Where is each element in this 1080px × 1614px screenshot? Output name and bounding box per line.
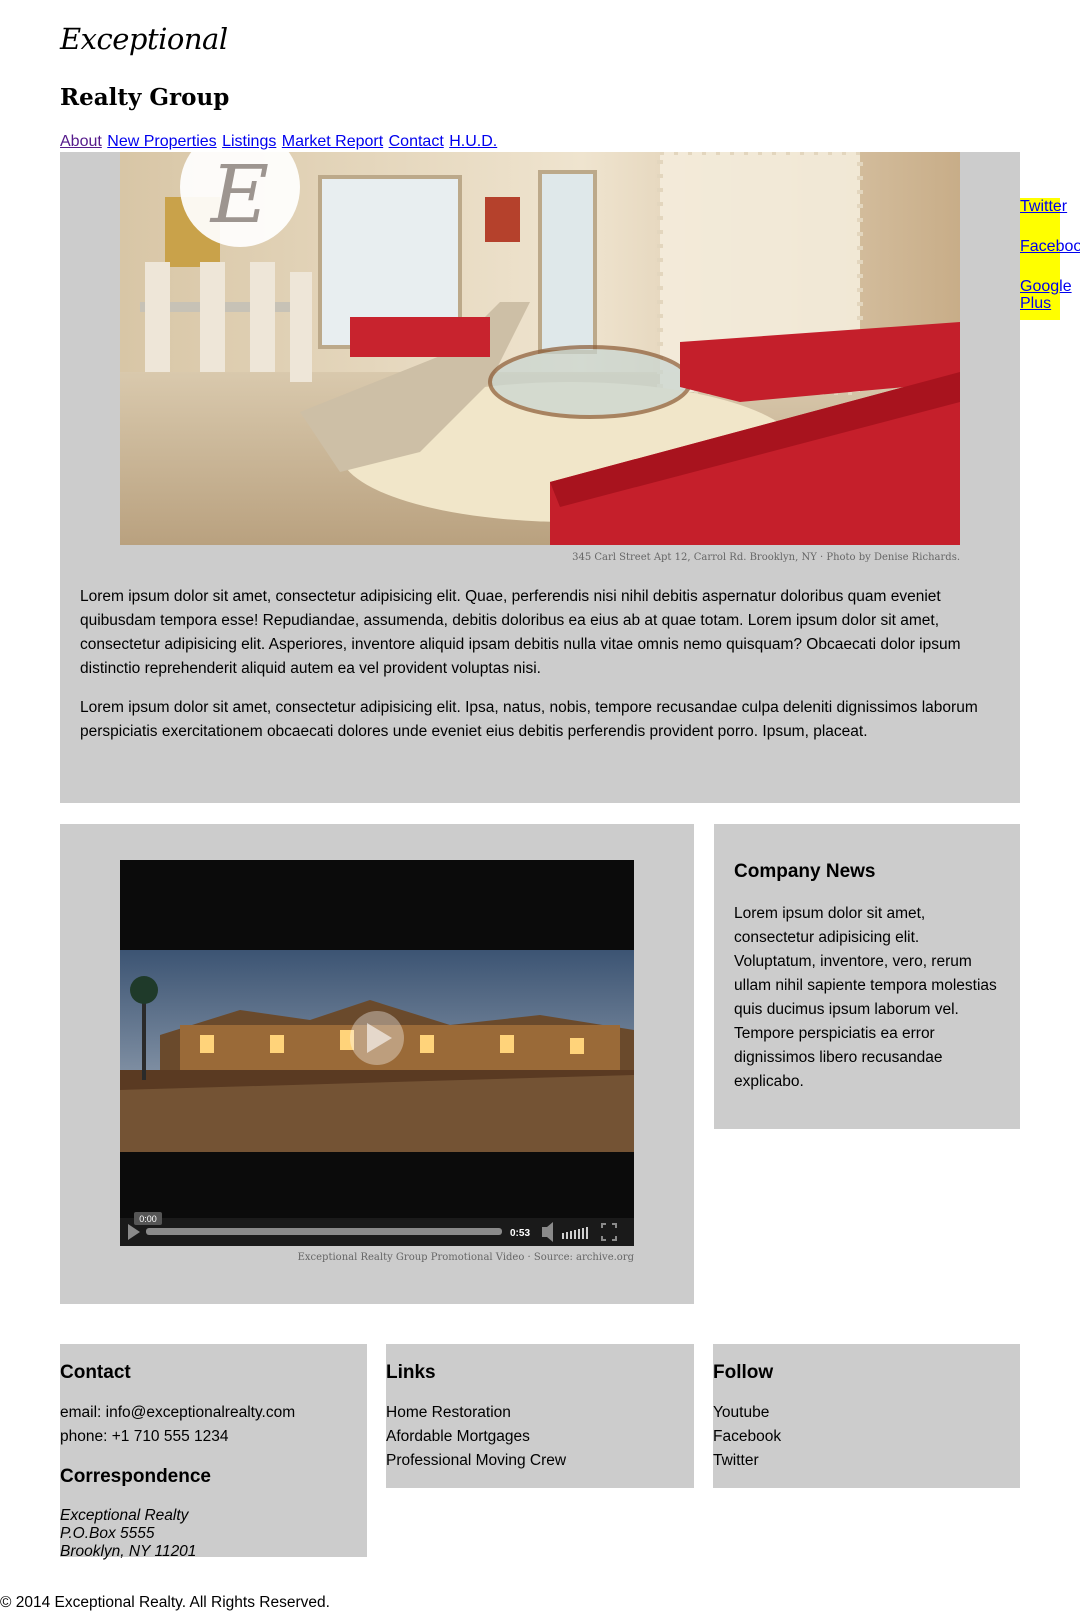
video-player[interactable]: 0:00 0:53 — [120, 860, 634, 1246]
hero-paragraph: Lorem ipsum dolor sit amet, consectetur … — [80, 588, 961, 677]
video-frame: 0:00 0:53 — [120, 950, 634, 1246]
living-room-image: E — [120, 152, 960, 545]
seek-bar — [146, 1228, 502, 1235]
main-nav: About New Properties Listings Market Rep… — [60, 133, 498, 151]
logo-name: Realty Group — [60, 84, 230, 111]
news-body: Lorem ipsum dolor sit amet, consectetur … — [734, 905, 997, 1090]
logo-script: Exceptional — [60, 22, 228, 56]
video-duration: 0:53 — [510, 1228, 530, 1239]
address-line: Exceptional Realty — [60, 1507, 189, 1524]
nav-contact[interactable]: Contact — [389, 133, 444, 150]
contact-email: email: info@exceptionalrealty.com — [60, 1404, 296, 1421]
hero-caption: 345 Carl Street Apt 12, Carrol Rd. Brook… — [572, 552, 960, 563]
follow-item[interactable]: Youtube — [713, 1401, 781, 1425]
hero-photo: E — [120, 152, 960, 545]
footer-contact: Contact email: info@exceptionalrealty.co… — [60, 1344, 367, 1560]
hero-text: Lorem ipsum dolor sit amet, consectetur … — [80, 585, 990, 759]
follow-item[interactable]: Facebook — [713, 1425, 781, 1449]
company-news: Company News Lorem ipsum dolor sit amet,… — [714, 824, 1020, 1129]
link-item[interactable]: Home Restoration — [386, 1401, 566, 1425]
social-twitter-link[interactable]: Twitter — [1020, 198, 1067, 215]
links-title: Links — [386, 1362, 436, 1383]
nav-about[interactable]: About — [60, 133, 102, 150]
follow-item[interactable]: Twitter — [713, 1449, 781, 1473]
video-caption: Exceptional Realty Group Promotional Vid… — [297, 1252, 634, 1263]
contact-phone: phone: +1 710 555 1234 — [60, 1428, 229, 1445]
hero-paragraph: Lorem ipsum dolor sit amet, consectetur … — [80, 699, 978, 740]
svg-text:E: E — [209, 152, 269, 241]
footer-follow: Follow Youtube Facebook Twitter — [713, 1344, 1020, 1488]
contact-title: Contact — [60, 1362, 131, 1383]
hero-section: E 345 Carl Street Apt 12, Carrol Rd. Bro… — [60, 152, 1020, 803]
address-line: Brooklyn, NY 11201 — [60, 1543, 197, 1560]
link-item[interactable]: Professional Moving Crew — [386, 1449, 566, 1473]
mailing-address: Exceptional Realty P.O.Box 5555 Brooklyn… — [60, 1507, 196, 1561]
social-facebook-link[interactable]: Facebook — [1020, 238, 1080, 255]
video-section: 0:00 0:53 Exceptional Realty Group Promo… — [60, 824, 694, 1304]
follow-title: Follow — [713, 1362, 774, 1383]
nav-market-report[interactable]: Market Report — [282, 133, 383, 150]
address-line: P.O.Box 5555 — [60, 1525, 155, 1542]
social-sidebar: Twitter Facebook Google Plus — [1020, 198, 1080, 320]
current-time: 0:00 — [139, 1214, 157, 1224]
social-google-plus-link[interactable]: Google Plus — [1020, 278, 1072, 312]
footer-links: Links Home Restoration Afordable Mortgag… — [386, 1344, 694, 1488]
correspondence-title: Correspondence — [60, 1466, 211, 1487]
news-title: Company News — [734, 861, 876, 882]
link-item[interactable]: Afordable Mortgages — [386, 1425, 566, 1449]
nav-new-properties[interactable]: New Properties — [107, 133, 216, 150]
copyright: © 2014 Exceptional Realty. All Rights Re… — [0, 1594, 330, 1611]
nav-listings[interactable]: Listings — [222, 133, 276, 150]
nav-hud[interactable]: H.U.D. — [449, 133, 497, 150]
